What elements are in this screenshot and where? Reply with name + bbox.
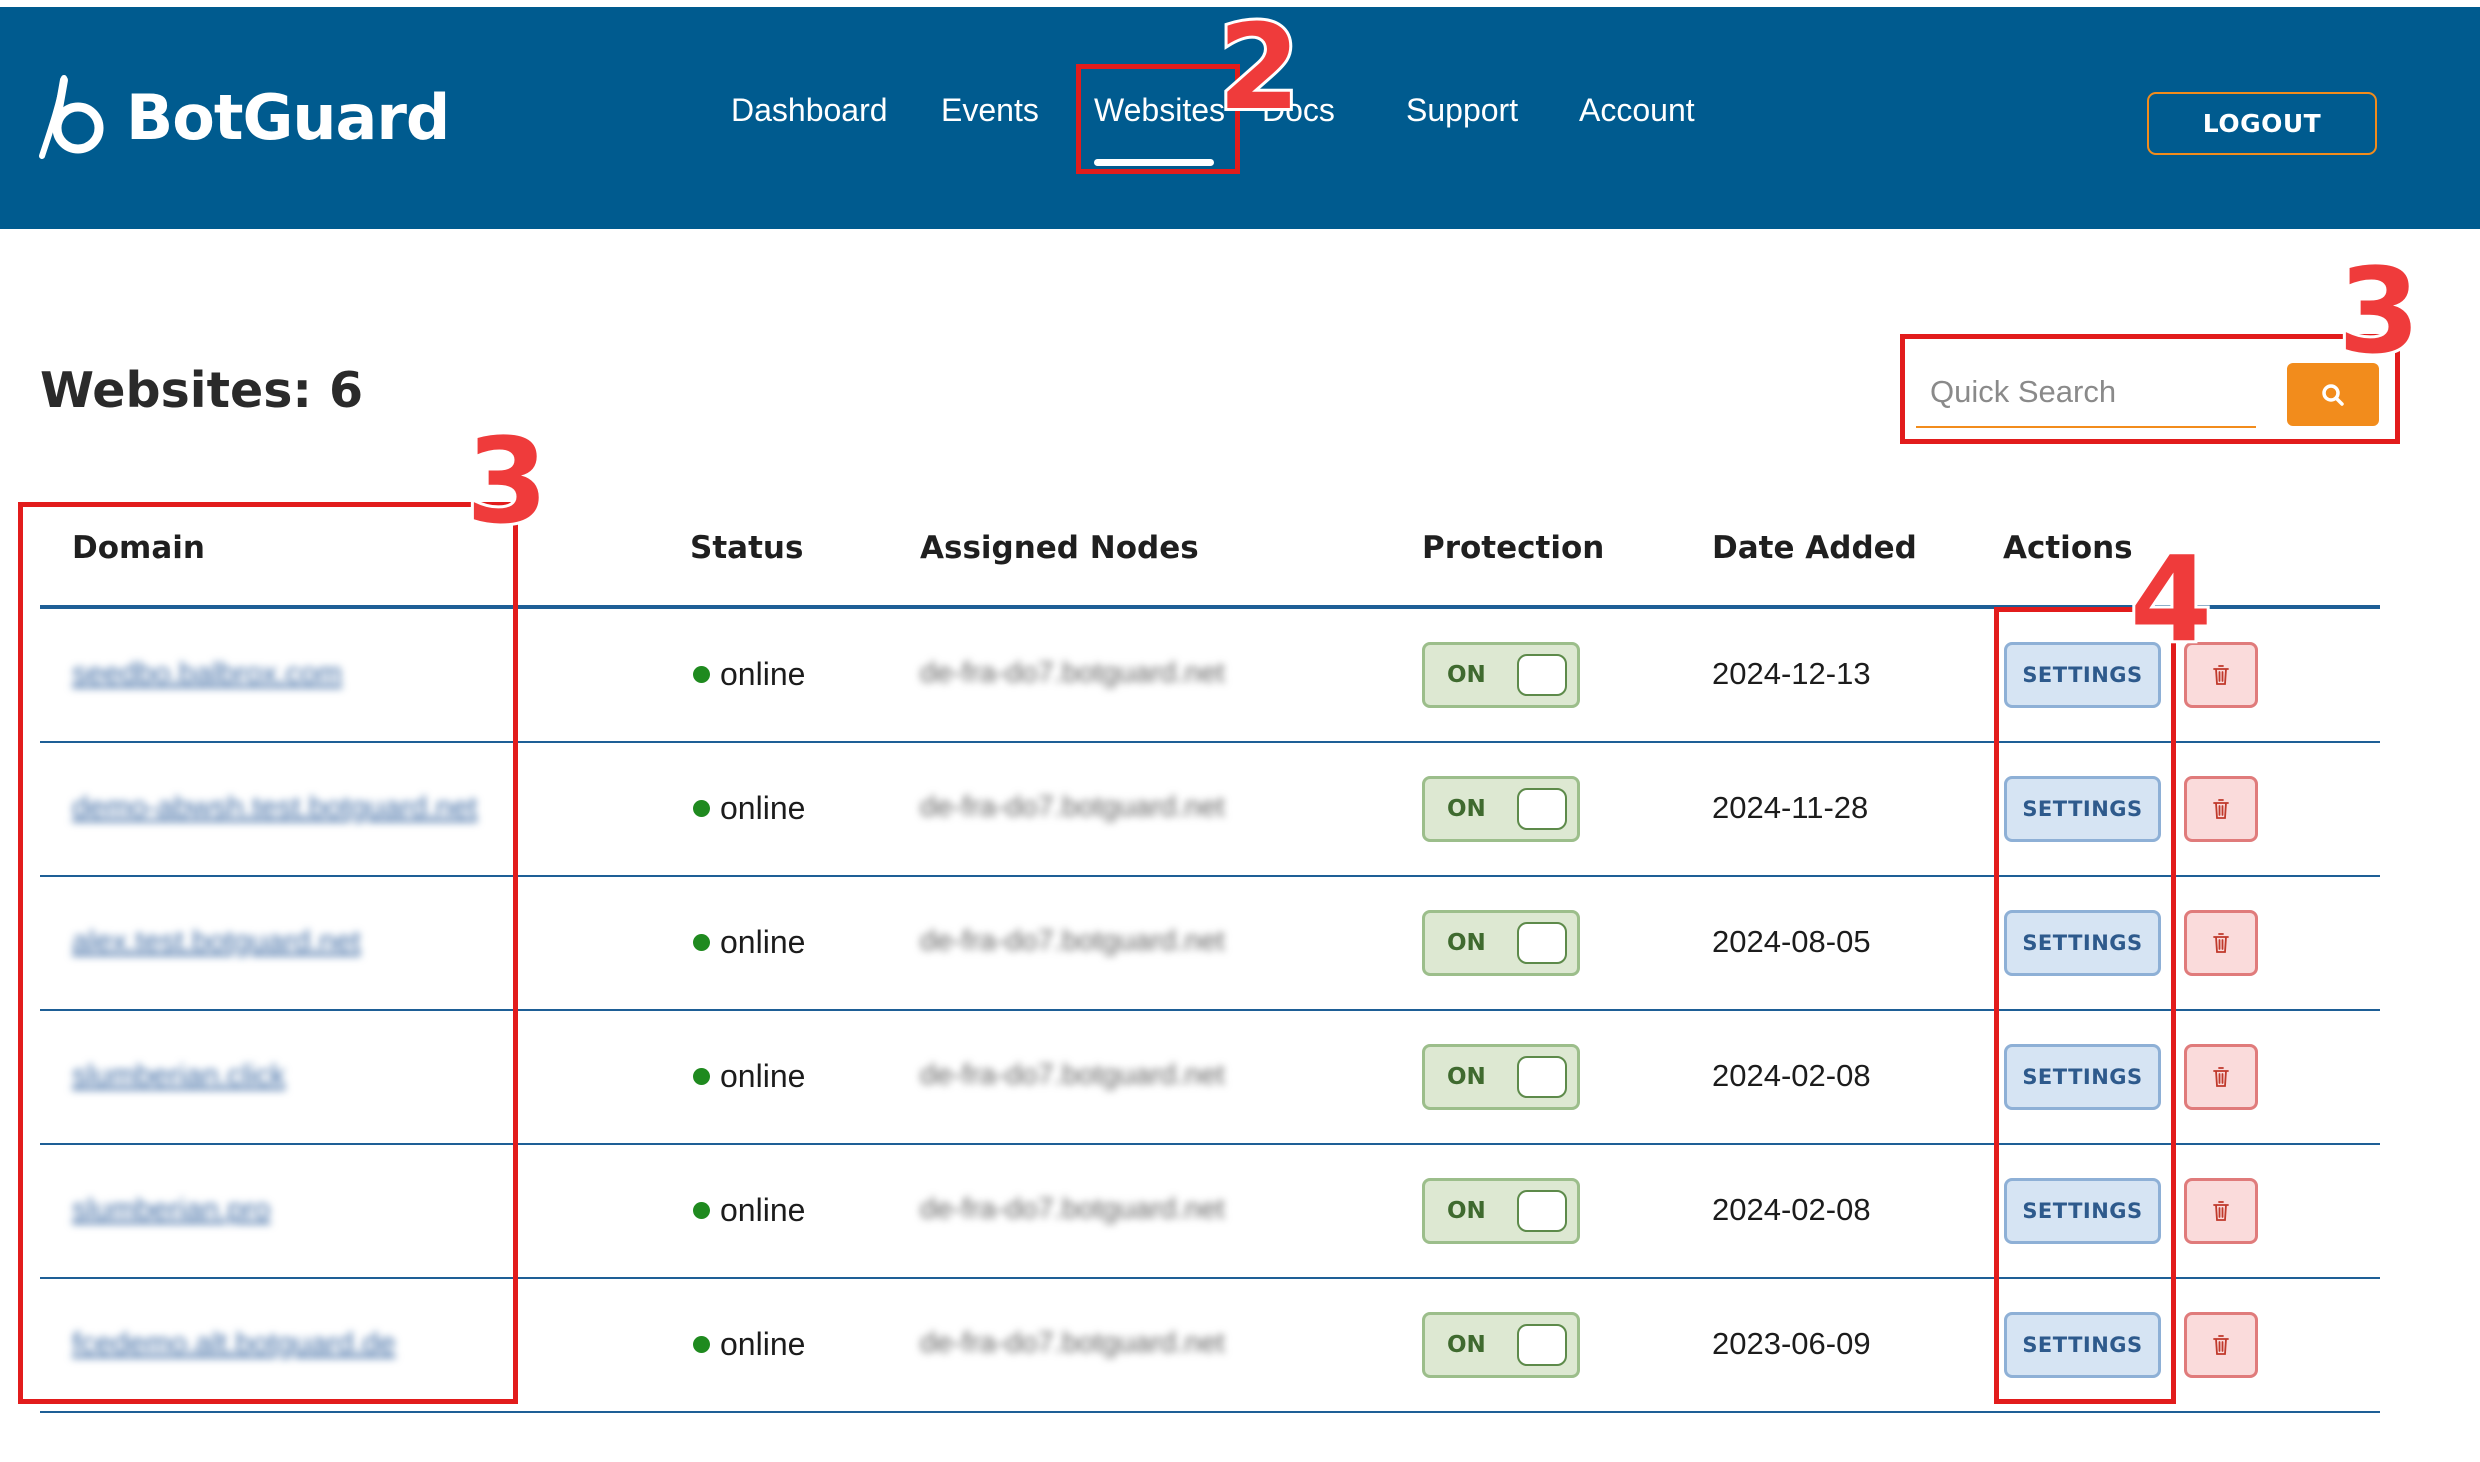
row-divider bbox=[40, 1411, 2380, 1413]
assigned-node: de-fra-do7.botguard.net bbox=[920, 1059, 1225, 1091]
status-cell: online bbox=[693, 1058, 805, 1095]
protection-toggle-label: ON bbox=[1447, 1198, 1486, 1224]
status-text: online bbox=[720, 1058, 806, 1094]
status-cell: online bbox=[693, 1326, 805, 1363]
date-added: 2024-11-28 bbox=[1712, 790, 1869, 825]
online-status-dot-icon bbox=[693, 934, 710, 951]
protection-toggle[interactable]: ON bbox=[1422, 1178, 1580, 1244]
delete-button[interactable] bbox=[2184, 1178, 2258, 1244]
nav-events[interactable]: Events bbox=[941, 92, 1039, 129]
nav-dashboard[interactable]: Dashboard bbox=[731, 92, 888, 129]
delete-button[interactable] bbox=[2184, 776, 2258, 842]
column-header-assigned-nodes[interactable]: Assigned Nodes bbox=[920, 530, 1199, 566]
delete-button[interactable] bbox=[2184, 1312, 2258, 1378]
column-header-actions: Actions bbox=[2003, 530, 2133, 566]
status-text: online bbox=[720, 656, 806, 692]
trash-icon bbox=[2213, 1335, 2229, 1355]
trash-icon bbox=[2213, 1201, 2229, 1221]
status-text: online bbox=[720, 1192, 806, 1228]
status-cell: online bbox=[693, 790, 805, 827]
toggle-knob bbox=[1517, 654, 1567, 696]
toggle-knob bbox=[1517, 922, 1567, 964]
toggle-knob bbox=[1517, 1056, 1567, 1098]
annotation-box-domain-column bbox=[18, 502, 518, 1404]
logo[interactable]: BotGuard bbox=[38, 67, 450, 167]
annotation-number: 2 bbox=[1215, 0, 1303, 136]
column-header-date-added[interactable]: Date Added bbox=[1712, 530, 1917, 566]
date-added: 2023-06-09 bbox=[1712, 1326, 1871, 1361]
annotation-number: 3 bbox=[2335, 242, 2423, 380]
protection-toggle[interactable]: ON bbox=[1422, 776, 1580, 842]
nav-support[interactable]: Support bbox=[1406, 92, 1518, 129]
annotation-box-search bbox=[1900, 334, 2400, 444]
status-cell: online bbox=[693, 1192, 805, 1229]
protection-toggle-label: ON bbox=[1447, 662, 1486, 688]
protection-toggle-label: ON bbox=[1447, 796, 1486, 822]
protection-toggle[interactable]: ON bbox=[1422, 910, 1580, 976]
column-header-protection[interactable]: Protection bbox=[1422, 530, 1604, 566]
date-added: 2024-02-08 bbox=[1712, 1058, 1871, 1093]
protection-toggle[interactable]: ON bbox=[1422, 642, 1580, 708]
assigned-node: de-fra-do7.botguard.net bbox=[920, 1193, 1225, 1225]
toggle-knob bbox=[1517, 788, 1567, 830]
date-added: 2024-02-08 bbox=[1712, 1192, 1871, 1227]
annotation-number: 3 bbox=[463, 412, 551, 550]
online-status-dot-icon bbox=[693, 1068, 710, 1085]
delete-button[interactable] bbox=[2184, 910, 2258, 976]
toggle-knob bbox=[1517, 1324, 1567, 1366]
status-text: online bbox=[720, 924, 806, 960]
trash-icon bbox=[2213, 1067, 2229, 1087]
protection-toggle-label: ON bbox=[1447, 1332, 1486, 1358]
logout-button[interactable]: LOGOUT bbox=[2147, 92, 2377, 155]
assigned-node: de-fra-do7.botguard.net bbox=[920, 1327, 1225, 1359]
status-cell: online bbox=[693, 656, 805, 693]
status-text: online bbox=[720, 1326, 806, 1362]
online-status-dot-icon bbox=[693, 1202, 710, 1219]
date-added: 2024-08-05 bbox=[1712, 924, 1871, 959]
annotation-box-websites-tab bbox=[1076, 64, 1240, 174]
annotation-box-settings-column bbox=[1994, 607, 2176, 1404]
online-status-dot-icon bbox=[693, 666, 710, 683]
trash-icon bbox=[2213, 933, 2229, 953]
assigned-node: de-fra-do7.botguard.net bbox=[920, 791, 1225, 823]
toggle-knob bbox=[1517, 1190, 1567, 1232]
column-header-status[interactable]: Status bbox=[690, 530, 803, 566]
online-status-dot-icon bbox=[693, 800, 710, 817]
protection-toggle[interactable]: ON bbox=[1422, 1312, 1580, 1378]
status-text: online bbox=[720, 790, 806, 826]
protection-toggle[interactable]: ON bbox=[1422, 1044, 1580, 1110]
date-added: 2024-12-13 bbox=[1712, 656, 1871, 691]
protection-toggle-label: ON bbox=[1447, 1064, 1486, 1090]
assigned-node: de-fra-do7.botguard.net bbox=[920, 657, 1225, 689]
assigned-node: de-fra-do7.botguard.net bbox=[920, 925, 1225, 957]
page-title: Websites: 6 bbox=[40, 362, 364, 419]
delete-button[interactable] bbox=[2184, 1044, 2258, 1110]
app-name: BotGuard bbox=[126, 80, 450, 154]
nav-account[interactable]: Account bbox=[1579, 92, 1695, 129]
annotation-number: 4 bbox=[2127, 530, 2215, 668]
trash-icon bbox=[2213, 799, 2229, 819]
botguard-logo-icon bbox=[39, 75, 104, 159]
status-cell: online bbox=[693, 924, 805, 961]
protection-toggle-label: ON bbox=[1447, 930, 1486, 956]
online-status-dot-icon bbox=[693, 1336, 710, 1353]
trash-icon bbox=[2213, 665, 2229, 685]
